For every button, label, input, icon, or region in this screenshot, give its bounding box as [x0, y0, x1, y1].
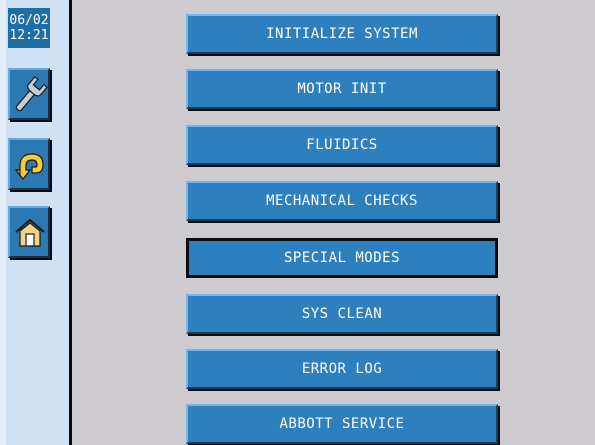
error-log-button[interactable]: ERROR LOG — [186, 349, 498, 389]
clock-display: 06/02 12:21 — [8, 8, 50, 48]
sidebar-edge — [0, 0, 6, 445]
service-menu-screen: 06/02 12:21 INITIALIZE SYSTEM MOTOR INIT… — [0, 0, 595, 445]
wrench-icon — [15, 76, 48, 112]
home-button[interactable] — [8, 206, 50, 258]
clock-time: 12:21 — [9, 28, 49, 43]
special-modes-button[interactable]: SPECIAL MODES — [186, 238, 498, 278]
initialize-system-button[interactable]: INITIALIZE SYSTEM — [186, 14, 498, 54]
tools-button[interactable] — [8, 68, 50, 120]
undo-arrow-icon — [14, 153, 44, 180]
motor-init-button[interactable]: MOTOR INIT — [186, 69, 498, 109]
mechanical-checks-button[interactable]: MECHANICAL CHECKS — [186, 181, 498, 221]
sys-clean-button[interactable]: SYS CLEAN — [186, 294, 498, 334]
abbott-service-button[interactable]: ABBOTT SERVICE — [186, 404, 498, 444]
back-button[interactable] — [8, 138, 50, 190]
fluidics-button[interactable]: FLUIDICS — [186, 125, 498, 165]
home-icon — [15, 218, 45, 247]
sidebar: 06/02 12:21 — [0, 0, 72, 445]
clock-date: 06/02 — [9, 13, 49, 28]
